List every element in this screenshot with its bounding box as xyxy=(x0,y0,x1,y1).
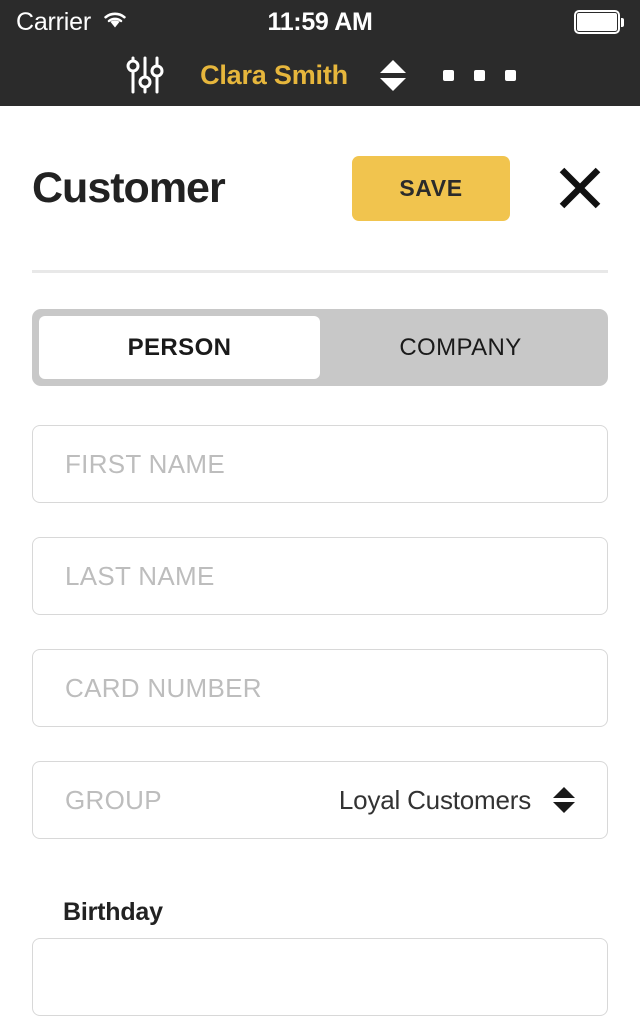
first-name-input[interactable]: FIRST NAME xyxy=(32,425,608,503)
triangle-up-icon xyxy=(379,59,406,73)
group-label: GROUP xyxy=(65,784,162,815)
sliders-icon[interactable] xyxy=(112,44,178,106)
card-number-input[interactable]: CARD NUMBER xyxy=(32,649,608,727)
dot xyxy=(505,69,517,81)
header-divider xyxy=(32,270,608,273)
group-value: Loyal Customers xyxy=(338,784,531,815)
page-header: Customer SAVE xyxy=(0,106,640,270)
page-title: Customer xyxy=(32,163,226,212)
nav-bar: Clara Smith xyxy=(0,44,640,106)
tab-person[interactable]: PERSON xyxy=(39,316,320,379)
group-stepper-icon[interactable] xyxy=(553,787,575,813)
card-number-placeholder: CARD NUMBER xyxy=(65,672,262,703)
customer-form-screen: Carrier 11:59 AM Clara Smith Customer SA… xyxy=(0,0,640,1016)
triangle-down-icon xyxy=(553,802,575,813)
up-down-stepper-icon[interactable] xyxy=(370,44,416,106)
group-select[interactable]: GROUP Loyal Customers xyxy=(32,761,608,839)
first-name-placeholder: FIRST NAME xyxy=(65,448,225,479)
status-bar-time: 11:59 AM xyxy=(267,7,373,36)
segmented-control: PERSON COMPANY xyxy=(32,309,608,386)
last-name-input[interactable]: LAST NAME xyxy=(32,537,608,615)
more-dots-icon[interactable] xyxy=(432,44,528,106)
save-button[interactable]: SAVE xyxy=(352,155,510,221)
close-x-icon[interactable] xyxy=(552,160,608,216)
triangle-down-icon xyxy=(379,77,406,91)
dot xyxy=(474,69,486,81)
last-name-placeholder: LAST NAME xyxy=(65,560,215,591)
triangle-up-icon xyxy=(553,787,575,798)
dot xyxy=(443,69,455,81)
birthday-input[interactable] xyxy=(32,938,608,1016)
nav-bar-content: Clara Smith xyxy=(112,44,528,106)
nav-title[interactable]: Clara Smith xyxy=(178,60,370,91)
status-bar: Carrier 11:59 AM xyxy=(0,0,640,44)
status-bar-right xyxy=(574,0,624,44)
battery-full-icon xyxy=(574,10,624,34)
birthday-heading: Birthday xyxy=(63,898,163,926)
tab-company[interactable]: COMPANY xyxy=(320,316,601,379)
